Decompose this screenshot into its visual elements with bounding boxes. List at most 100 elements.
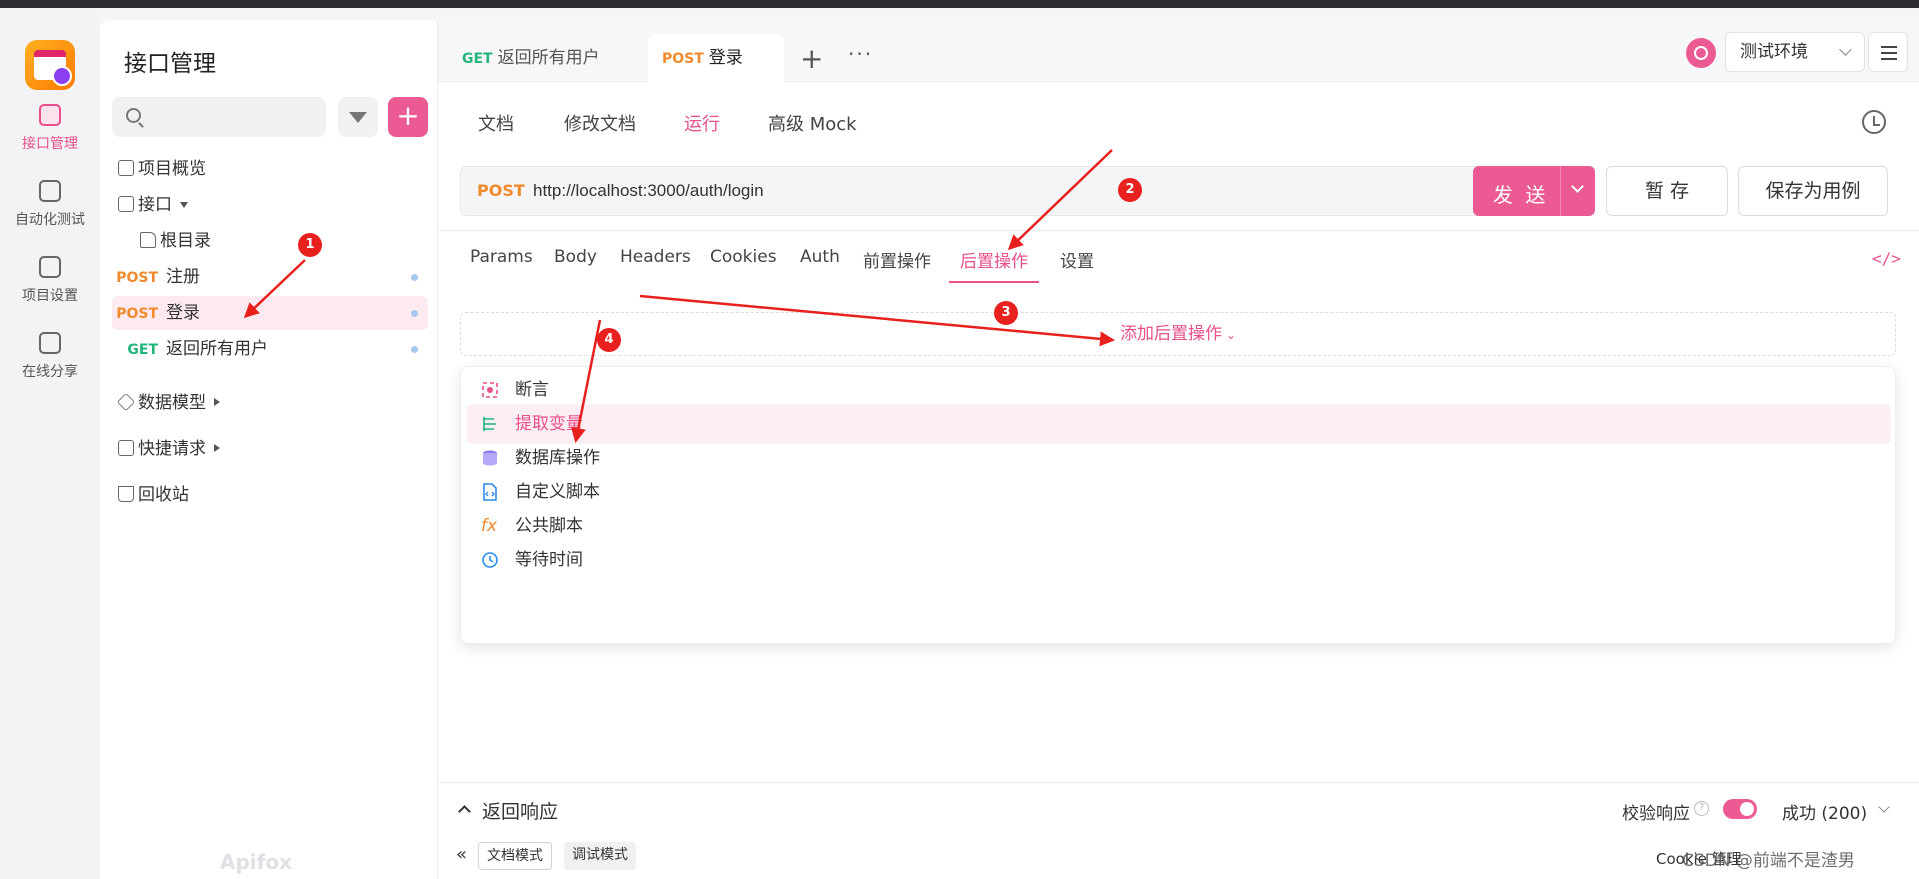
- env-select[interactable]: 测试环境: [1725, 32, 1865, 72]
- menu-line: [1881, 52, 1897, 54]
- tab-body[interactable]: Body: [554, 247, 597, 267]
- save-button[interactable]: 暂 存: [1606, 166, 1728, 216]
- annotation-badge-3: 3: [994, 301, 1018, 325]
- tab-post-login[interactable]: POST 登录: [648, 34, 784, 82]
- tree-label: 根目录: [160, 231, 211, 251]
- tab-settings[interactable]: 设置: [1060, 247, 1094, 272]
- caret-right-icon[interactable]: [214, 444, 220, 452]
- rail-item-api[interactable]: 接口管理: [0, 104, 100, 153]
- status-dot: [411, 274, 418, 281]
- tree-item-models[interactable]: 数据模型: [112, 386, 428, 420]
- chevron-up-icon[interactable]: [458, 805, 471, 818]
- response-status[interactable]: 成功 (200): [1782, 799, 1867, 824]
- chevron-down-icon: [1839, 43, 1852, 56]
- dropdown-label: 公共脚本: [515, 516, 583, 536]
- debug-mode-button[interactable]: 调试模式: [564, 842, 636, 870]
- env-label: 测试环境: [1740, 42, 1808, 62]
- code-icon[interactable]: </>: [1872, 249, 1901, 268]
- caret-right-icon[interactable]: [214, 398, 220, 406]
- icon-rail: 接口管理 自动化测试 项目设置 在线分享: [0, 8, 100, 879]
- tree-item-quick[interactable]: 快捷请求: [112, 432, 428, 466]
- tab-auth[interactable]: Auth: [800, 247, 840, 267]
- database-icon: [483, 450, 497, 466]
- extract-icon: [483, 417, 496, 431]
- tree-label: 快捷请求: [138, 439, 206, 459]
- api-icon: [39, 104, 61, 126]
- tab-post-ops[interactable]: 后置操作: [960, 247, 1028, 272]
- tab-edit-doc[interactable]: 修改文档: [564, 110, 636, 136]
- send-label: 发 送: [1493, 183, 1549, 207]
- tab-doc[interactable]: 文档: [478, 110, 514, 136]
- tree-item-login[interactable]: POST 登录: [112, 296, 428, 330]
- save-as-case-button[interactable]: 保存为用例: [1738, 166, 1888, 216]
- send-button[interactable]: 发 送: [1473, 166, 1595, 216]
- tree-label: 项目概览: [138, 159, 206, 179]
- tree-label: 数据模型: [138, 393, 206, 413]
- status-dot: [411, 310, 418, 317]
- add-button[interactable]: +: [388, 97, 428, 137]
- overview-icon: [118, 160, 134, 176]
- doc-mode-button[interactable]: 文档模式: [478, 842, 552, 870]
- collapse-icon[interactable]: «: [456, 844, 467, 865]
- rail-item-automation[interactable]: 自动化测试: [0, 180, 100, 229]
- filter-button[interactable]: [338, 97, 378, 137]
- verify-label: 校验响应: [1622, 804, 1690, 824]
- sidebar-title: 接口管理: [124, 51, 216, 77]
- method-selector[interactable]: POST: [477, 181, 525, 200]
- tab-get-users[interactable]: GET 返回所有用户: [448, 34, 614, 82]
- help-icon[interactable]: ?: [1694, 801, 1709, 816]
- method-badge: POST: [116, 270, 158, 286]
- tab-run[interactable]: 运行: [684, 110, 720, 136]
- csdn-watermark: CSDN @前端不是渣男: [1682, 851, 1855, 871]
- menu-button[interactable]: [1868, 32, 1908, 72]
- tab-headers[interactable]: Headers: [620, 247, 691, 267]
- verify-toggle[interactable]: [1723, 799, 1757, 819]
- dropdown-label: 断言: [515, 380, 549, 400]
- tree-label: 返回所有用户: [166, 339, 268, 359]
- folder-icon: [140, 232, 156, 248]
- response-title[interactable]: 返回响应: [482, 797, 558, 824]
- tree-label: 登录: [166, 303, 200, 323]
- search-input[interactable]: [152, 97, 322, 137]
- dropdown-label: 提取变量: [515, 414, 583, 434]
- tree-item-register[interactable]: POST 注册: [112, 260, 428, 294]
- cube-icon: [116, 392, 136, 412]
- search-box: [112, 97, 326, 137]
- chevron-down-icon[interactable]: [1878, 801, 1890, 813]
- tree-item-root[interactable]: 根目录: [112, 224, 428, 258]
- dropdown-label: 等待时间: [515, 550, 583, 570]
- chevron-down-icon[interactable]: [1571, 180, 1584, 193]
- rail-item-share[interactable]: 在线分享: [0, 332, 100, 381]
- tree-item-users[interactable]: GET 返回所有用户: [112, 332, 428, 366]
- stack-icon: [39, 180, 61, 202]
- tree-item-api[interactable]: 接口: [112, 188, 428, 222]
- rail-item-label: 自动化测试: [15, 212, 85, 228]
- script-icon: [483, 483, 497, 501]
- env-icon[interactable]: [1686, 38, 1716, 68]
- active-tab-indicator: [949, 281, 1039, 283]
- history-icon[interactable]: [1862, 110, 1886, 134]
- tree-item-overview[interactable]: 项目概览: [112, 152, 428, 186]
- trash-icon: [118, 486, 134, 502]
- tab-mock[interactable]: 高级 Mock: [768, 110, 857, 136]
- tree-item-trash[interactable]: 回收站: [112, 478, 428, 512]
- tab-pre-ops[interactable]: 前置操作: [863, 247, 931, 272]
- chevron-down-icon: ⌄: [1222, 328, 1236, 342]
- more-tabs-button[interactable]: ···: [848, 42, 873, 66]
- tab-bar: GET 返回所有用户 POST 登录 + ··· 测试环境: [438, 20, 1919, 82]
- dropdown-item-wait[interactable]: 等待时间: [467, 540, 1891, 580]
- annotation-badge-2: 2: [1118, 178, 1142, 202]
- caret-down-icon[interactable]: [180, 202, 188, 208]
- app-logo: [25, 40, 75, 90]
- share-icon: [39, 332, 61, 354]
- url-input[interactable]: [533, 167, 1433, 215]
- method-badge: POST: [116, 306, 158, 322]
- add-post-op-button[interactable]: 添加后置操作 ⌄: [460, 312, 1896, 356]
- new-tab-button[interactable]: +: [800, 42, 823, 75]
- tab-cookies[interactable]: Cookies: [710, 247, 777, 267]
- rail-item-settings[interactable]: 项目设置: [0, 256, 100, 305]
- window-top-strip: [0, 0, 1919, 8]
- tab-params[interactable]: Params: [470, 247, 533, 267]
- tab-label: 返回所有用户: [497, 48, 600, 68]
- fx-icon: fx: [481, 516, 498, 536]
